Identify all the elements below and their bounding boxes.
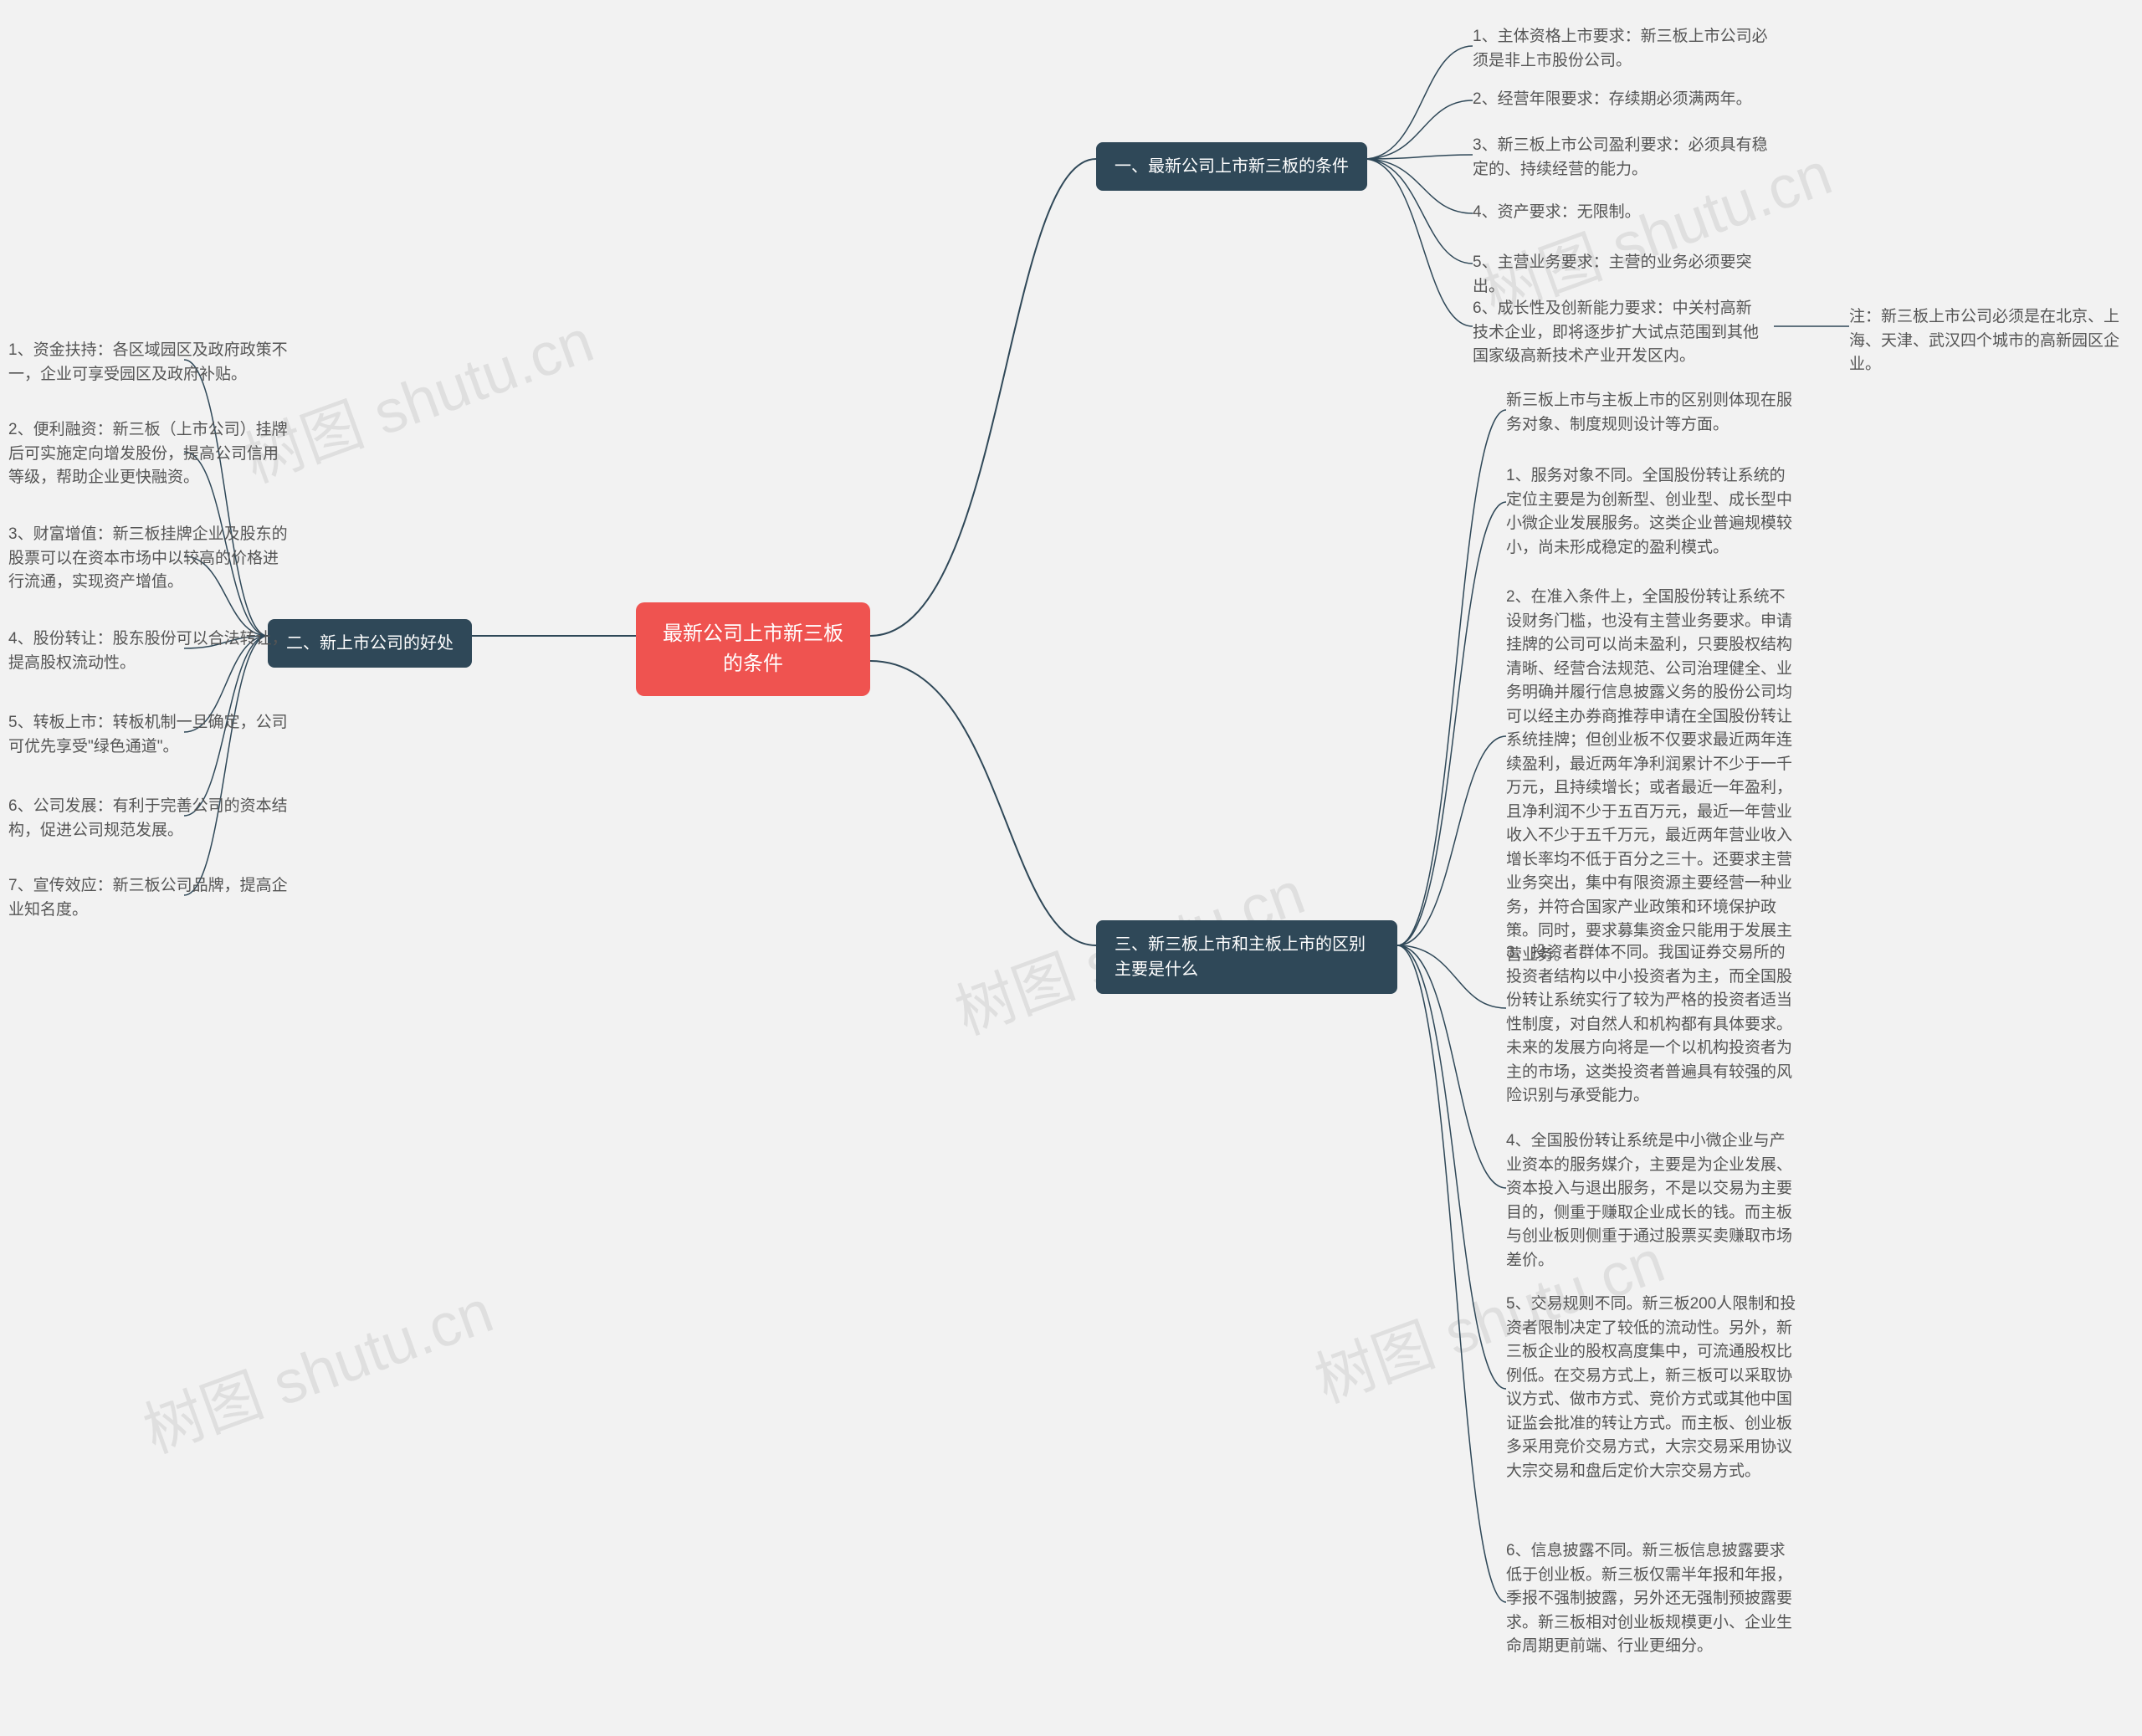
branch-2[interactable]: 二、新上市公司的好处 [268, 619, 472, 668]
branch-2-item-4: 4、股份转让：股东股份可以合法转让，提高股权流动性。 [8, 627, 293, 675]
branch-3-item-6: 6、信息披露不同。新三板信息披露要求低于创业板。新三板仅需半年报和年报，季报不强… [1506, 1539, 1799, 1659]
branch-2-item-7: 7、宣传效应：新三板公司品牌，提高企业知名度。 [8, 874, 293, 922]
branch-1-note: 注：新三板上市公司必须是在北京、上海、天津、武汉四个城市的高新园区企业。 [1849, 305, 2125, 377]
branch-2-item-6: 6、公司发展：有利于完善公司的资本结构，促进公司规范发展。 [8, 795, 293, 842]
mindmap-connectors [0, 0, 2142, 1736]
branch-3[interactable]: 三、新三板上市和主板上市的区别主要是什么 [1096, 920, 1397, 994]
branch-1-item-3: 3、新三板上市公司盈利要求：必须具有稳定的、持续经营的能力。 [1473, 134, 1774, 182]
branch-1[interactable]: 一、最新公司上市新三板的条件 [1096, 142, 1367, 191]
branch-3-item-4: 4、全国股份转让系统是中小微企业与产业资本的服务媒介，主要是为企业发展、资本投入… [1506, 1129, 1799, 1273]
root-node[interactable]: 最新公司上市新三板的条件 [636, 602, 870, 696]
branch-2-item-3: 3、财富增值：新三板挂牌企业及股东的股票可以在资本市场中以较高的价格进行流通，实… [8, 523, 293, 595]
branch-3-item-0: 新三板上市与主板上市的区别则体现在服务对象、制度规则设计等方面。 [1506, 389, 1799, 437]
branch-1-item-1: 1、主体资格上市要求：新三板上市公司必须是非上市股份公司。 [1473, 25, 1774, 73]
branch-2-item-2: 2、便利融资：新三板（上市公司）挂牌后可实施定向增发股份，提高公司信用等级，帮助… [8, 418, 293, 490]
branch-3-item-1: 1、服务对象不同。全国股份转让系统的定位主要是为创新型、创业型、成长型中小微企业… [1506, 464, 1799, 560]
branch-1-item-6: 6、成长性及创新能力要求：中关村高新技术企业，即将逐步扩大试点范围到其他国家级高… [1473, 297, 1765, 369]
branch-3-item-2: 2、在准入条件上，全国股份转让系统不设财务门槛，也没有主营业务要求。申请挂牌的公… [1506, 586, 1799, 967]
branch-1-title: 一、最新公司上市新三板的条件 [1115, 157, 1349, 176]
branch-1-item-5: 5、主营业务要求：主营的业务必须要突出。 [1473, 251, 1774, 299]
root-title: 最新公司上市新三板的条件 [663, 622, 843, 675]
branch-3-item-5: 5、交易规则不同。新三板200人限制和投资者限制决定了较低的流动性。另外，新三板… [1506, 1293, 1799, 1483]
branch-3-item-3: 3、投资者群体不同。我国证券交易所的投资者结构以中小投资者为主，而全国股份转让系… [1506, 941, 1799, 1109]
branch-2-item-5: 5、转板上市：转板机制一旦确定，公司可优先享受"绿色通道"。 [8, 711, 293, 759]
watermark: 树图 shutu.cn [130, 1262, 503, 1470]
branch-1-item-4: 4、资产要求：无限制。 [1473, 201, 1641, 225]
branch-3-title: 三、新三板上市和主板上市的区别主要是什么 [1115, 935, 1366, 979]
branch-2-item-1: 1、资金扶持：各区域园区及政府政策不一，企业可享受园区及政府补贴。 [8, 339, 293, 387]
branch-1-item-2: 2、经营年限要求：存续期必须满两年。 [1473, 88, 1752, 112]
branch-2-title: 二、新上市公司的好处 [286, 634, 454, 653]
